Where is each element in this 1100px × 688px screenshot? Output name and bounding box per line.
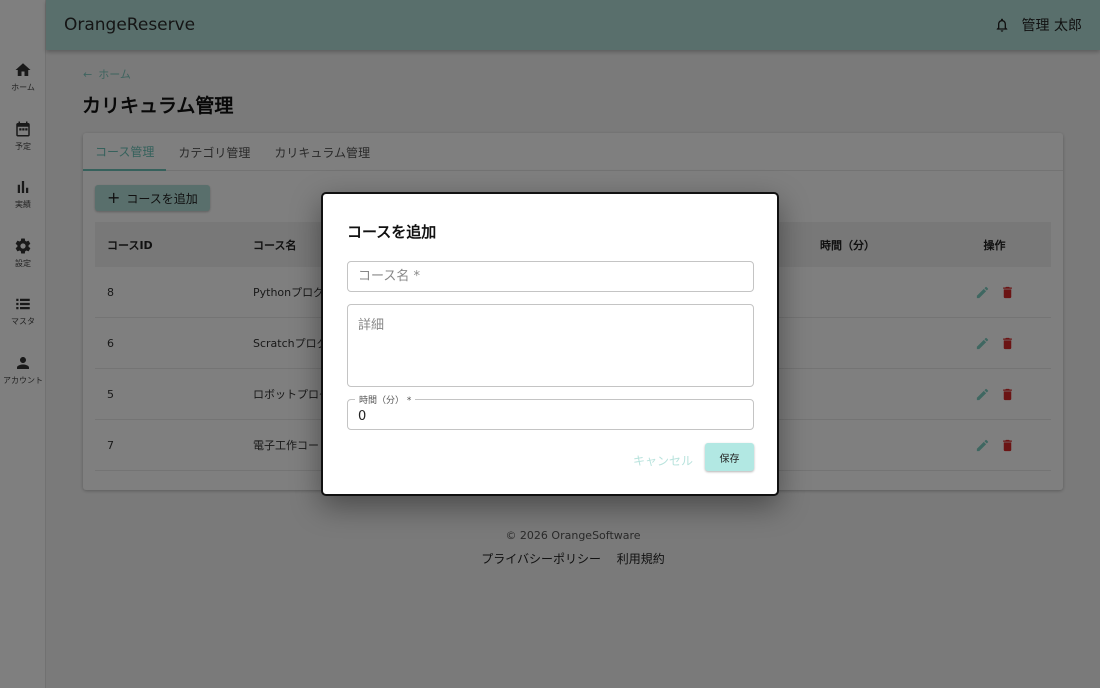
detail-field xyxy=(347,304,754,387)
dialog-title: コースを追加 xyxy=(347,223,437,241)
add-course-dialog: コースを追加 時間（分） * キャンセル 保存 xyxy=(321,192,779,496)
course-name-input[interactable] xyxy=(348,262,753,291)
time-field-label: 時間（分） * xyxy=(355,393,416,406)
time-field: 時間（分） * xyxy=(347,393,754,430)
course-name-field xyxy=(347,261,754,292)
save-button[interactable]: 保存 xyxy=(705,443,754,471)
cancel-button[interactable]: キャンセル xyxy=(629,446,697,474)
detail-input[interactable] xyxy=(348,305,753,386)
